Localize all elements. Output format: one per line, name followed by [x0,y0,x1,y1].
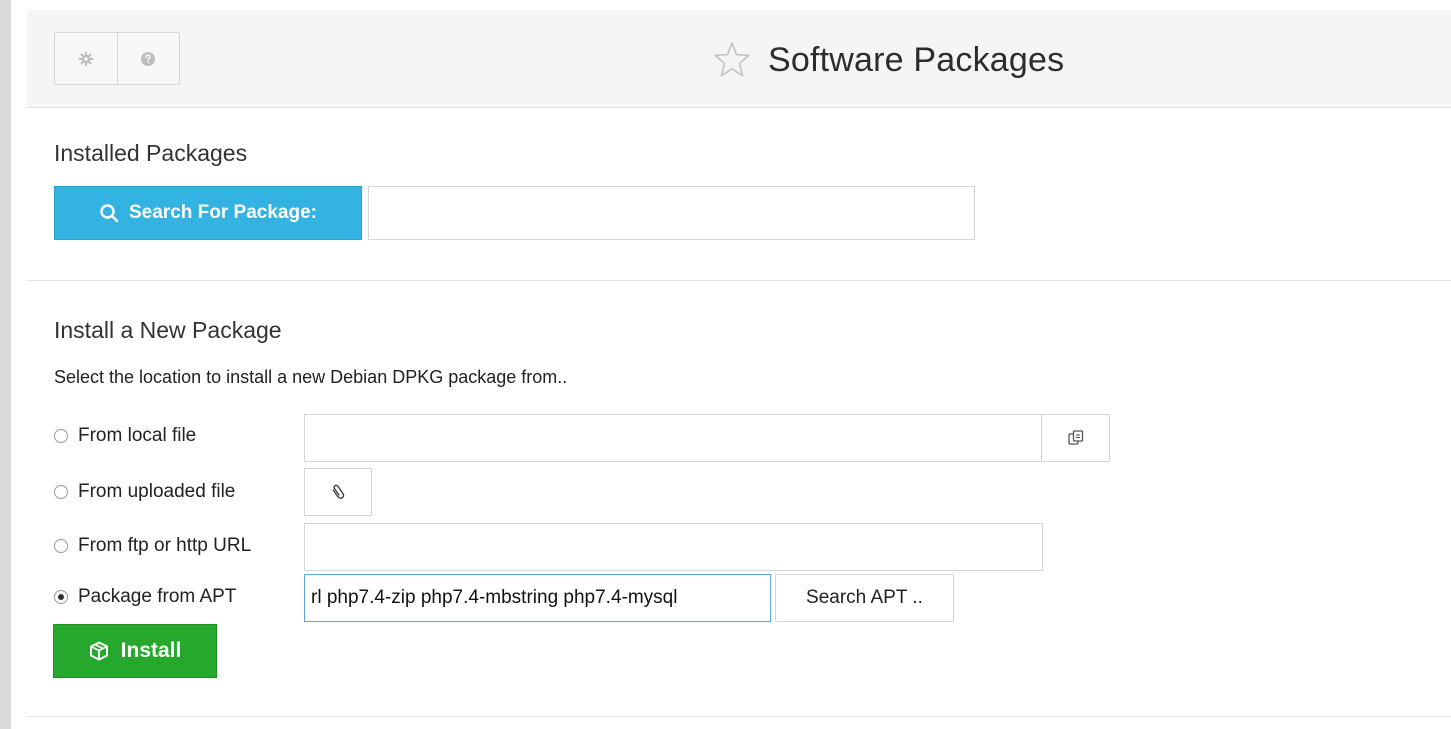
package-icon [89,641,108,661]
install-button[interactable]: Install [53,624,217,678]
file-chooser-icon [1067,430,1083,445]
header-button-group [54,32,180,85]
title-area: Software Packages [712,34,1064,86]
option-url[interactable]: From ftp or http URL [54,535,251,557]
section-divider [27,280,1451,281]
local-file-input[interactable] [304,414,1042,462]
option-url-label: From ftp or http URL [78,535,252,556]
install-label: Install [120,639,182,662]
option-apt-label: Package from APT [78,586,237,607]
bottom-divider [27,716,1451,717]
left-rail [0,0,11,729]
search-icon [100,204,119,223]
gear-icon [78,51,93,66]
radio-apt[interactable] [54,590,68,604]
package-search-input[interactable] [368,186,975,240]
installed-packages-heading: Installed Packages [54,140,248,166]
search-for-package-button[interactable]: Search For Package: [54,186,362,240]
settings-button[interactable] [55,33,117,84]
search-for-package-label: Search For Package: [129,202,317,223]
search-apt-button[interactable]: Search APT .. [775,574,954,622]
help-button[interactable] [116,33,180,84]
star-icon[interactable] [712,40,752,80]
install-new-package-heading: Install a New Package [54,317,282,343]
option-apt[interactable]: Package from APT [54,586,236,608]
url-input[interactable] [304,523,1043,571]
upload-file-button[interactable] [304,468,372,516]
file-chooser-button[interactable] [1041,414,1110,462]
option-local-file[interactable]: From local file [54,425,196,447]
radio-url[interactable] [54,539,68,553]
apt-package-input[interactable] [304,574,771,622]
install-description: Select the location to install a new Deb… [54,367,568,387]
page-title: Software Packages [768,40,1065,79]
page-header: Software Packages [27,10,1451,108]
top-gap [11,0,1451,10]
option-uploaded-file[interactable]: From uploaded file [54,481,235,503]
option-local-file-label: From local file [78,425,197,446]
radio-uploaded-file[interactable] [54,485,68,499]
help-icon [141,51,156,66]
radio-local-file[interactable] [54,429,68,443]
option-uploaded-file-label: From uploaded file [78,481,236,502]
paperclip-icon [332,484,345,499]
